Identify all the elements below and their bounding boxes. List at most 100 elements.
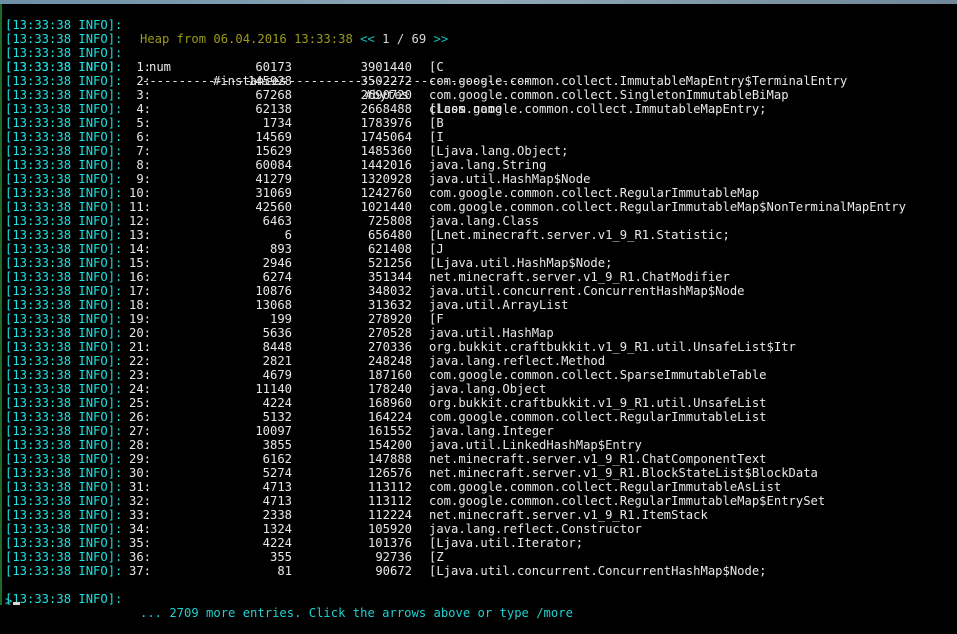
- row-num: 34:: [128, 522, 151, 536]
- row-class-name: com.google.common.collect.RegularImmutab…: [429, 186, 760, 200]
- row-num: 16:: [128, 270, 151, 284]
- row-class-name: java.util.ArrayList: [429, 298, 569, 312]
- row-class-name: [Ljava.util.concurrent.ConcurrentHashMap…: [429, 564, 767, 578]
- row-class-name: [J: [429, 242, 444, 256]
- row-bytes: 1745064: [360, 130, 412, 144]
- table-row: [13:33:38 INFO]: 4: 62138 2668488 [Lcom.goog…: [2, 102, 957, 116]
- row-instances: 11140: [255, 382, 292, 396]
- table-row: [13:33:38 INFO]: 37: 81 90672 [Ljava.util.co…: [2, 564, 957, 578]
- row-num: 28:: [128, 438, 151, 452]
- row-instances: 42560: [255, 200, 292, 214]
- table-row: [13:33:38 INFO]: 24: 11140 178240 java.lang.…: [2, 382, 957, 396]
- table-row: [13:33:38 INFO]: 13: 6 656480 [Lnet.minecraf…: [2, 228, 957, 242]
- row-instances: 81: [277, 564, 292, 578]
- row-instances: 10876: [255, 284, 292, 298]
- row-bytes: 187160: [367, 368, 412, 382]
- row-num: 10:: [128, 186, 151, 200]
- row-class-name: com.google.common.collect.SparseImmutabl…: [429, 368, 767, 382]
- row-class-name: [Lnet.minecraft.server.v1_9_R1.Statistic…: [429, 228, 730, 242]
- row-bytes: 351344: [367, 270, 412, 284]
- table-row: [13:33:38 INFO]: 22: 2821 248248 java.lang.r…: [2, 354, 957, 368]
- row-class-name: [B: [429, 116, 444, 130]
- row-bytes: 154200: [367, 438, 412, 452]
- table-row: [13:33:38 INFO]: 18: 13068 313632 java.util.…: [2, 298, 957, 312]
- row-bytes: 126576: [367, 466, 412, 480]
- row-class-name: java.lang.Object: [429, 382, 547, 396]
- row-bytes: 725808: [367, 214, 412, 228]
- row-num: 6:: [136, 130, 151, 144]
- table-row: [13:33:38 INFO]: 3: 67268 2690720 com.google…: [2, 88, 957, 102]
- row-bytes: 2668488: [360, 102, 412, 116]
- row-num: 17:: [128, 284, 151, 298]
- row-num: 26:: [128, 410, 151, 424]
- row-class-name: java.lang.reflect.Method: [429, 354, 606, 368]
- row-num: 25:: [128, 396, 151, 410]
- row-class-name: [I: [429, 130, 444, 144]
- row-bytes: 1021440: [360, 200, 412, 214]
- row-instances: 1734: [262, 116, 292, 130]
- row-bytes: 313632: [367, 298, 412, 312]
- row-num: 5:: [136, 116, 151, 130]
- row-class-name: java.util.concurrent.ConcurrentHashMap$N…: [429, 284, 745, 298]
- row-num: 29:: [128, 452, 151, 466]
- row-num: 22:: [128, 354, 151, 368]
- row-instances: 2338: [262, 508, 292, 522]
- row-bytes: 656480: [367, 228, 412, 242]
- row-num: 8:: [136, 158, 151, 172]
- row-instances: 145928: [247, 74, 292, 88]
- row-class-name: com.google.common.collect.SingletonImmut…: [429, 88, 789, 102]
- row-class-name: java.lang.String: [429, 158, 547, 172]
- row-num: 20:: [128, 326, 151, 340]
- row-class-name: net.minecraft.server.v1_9_R1.ItemStack: [429, 508, 708, 522]
- prompt-icon: >: [5, 594, 21, 608]
- heap-table: [13:33:38 INFO]: 1: 60173 3901440 [C [13:33:3…: [2, 60, 957, 578]
- prompt-symbol: >: [5, 594, 13, 608]
- table-row: [13:33:38 INFO]: 9: 41279 1320928 java.util.…: [2, 172, 957, 186]
- row-bytes: 105920: [367, 522, 412, 536]
- row-num: 9:: [136, 172, 151, 186]
- table-row: [13:33:38 INFO]: 28: 3855 154200 java.util.L…: [2, 438, 957, 452]
- console-output[interactable]: [13:33:38 INFO]: Heap from 06.04.2016 13…: [0, 4, 957, 620]
- row-num: 11:: [128, 200, 151, 214]
- row-num: 30:: [128, 466, 151, 480]
- row-instances: 4679: [262, 368, 292, 382]
- row-num: 31:: [128, 480, 151, 494]
- row-bytes: 270528: [367, 326, 412, 340]
- table-row: [13:33:38 INFO]: 16: 6274 351344 net.minecra…: [2, 270, 957, 284]
- row-instances: 41279: [255, 172, 292, 186]
- table-row: [13:33:38 INFO]: 23: 4679 187160 com.google.…: [2, 368, 957, 382]
- table-row: [13:33:38 INFO]: 30: 5274 126576 net.minecra…: [2, 466, 957, 480]
- row-bytes: 1320928: [360, 172, 412, 186]
- table-row: [13:33:38 INFO]: 36: 355 92736 [Z: [2, 550, 957, 564]
- blank-line: [13:33:38 INFO]:: [2, 18, 957, 46]
- row-num: 37:: [128, 564, 151, 578]
- row-num: 12:: [128, 214, 151, 228]
- row-bytes: 113112: [367, 494, 412, 508]
- row-num: 23:: [128, 368, 151, 382]
- input-line[interactable]: >: [2, 592, 957, 608]
- row-class-name: [Ljava.util.Iterator;: [429, 536, 584, 550]
- row-instances: 3855: [262, 438, 292, 452]
- row-class-name: org.bukkit.craftbukkit.v1_9_R1.util.Unsa…: [429, 396, 767, 410]
- table-row: [13:33:38 INFO]: 33: 2338 112224 net.minecra…: [2, 508, 957, 522]
- table-row: [13:33:38 INFO]: 34: 1324 105920 java.lang.r…: [2, 522, 957, 536]
- table-row: [13:33:38 INFO]: 26: 5132 164224 com.google.…: [2, 410, 957, 424]
- row-bytes: 278920: [367, 312, 412, 326]
- table-row: [13:33:38 INFO]: 15: 2946 521256 [Ljava.util…: [2, 256, 957, 270]
- row-num: 19:: [128, 312, 151, 326]
- row-class-name: java.lang.reflect.Constructor: [429, 522, 642, 536]
- table-row: [13:33:38 INFO]: 17: 10876 348032 java.util.…: [2, 284, 957, 298]
- row-class-name: com.google.common.collect.ImmutableMapEn…: [429, 74, 848, 88]
- row-bytes: 92736: [375, 550, 412, 564]
- table-row: [13:33:38 INFO]: 29: 6162 147888 net.minecra…: [2, 452, 957, 466]
- row-instances: 6274: [262, 270, 292, 284]
- row-bytes: 161552: [367, 424, 412, 438]
- row-bytes: 3502272: [360, 74, 412, 88]
- more-entries-message: ... 2709 more entries. Click the arrows …: [140, 606, 573, 620]
- row-instances: 2821: [262, 354, 292, 368]
- table-row: [13:33:38 INFO]: 5: 1734 1783976 [B: [2, 116, 957, 130]
- row-class-name: [F: [429, 312, 444, 326]
- row-bytes: 621408: [367, 242, 412, 256]
- row-instances: 1324: [262, 522, 292, 536]
- row-instances: 15629: [255, 144, 292, 158]
